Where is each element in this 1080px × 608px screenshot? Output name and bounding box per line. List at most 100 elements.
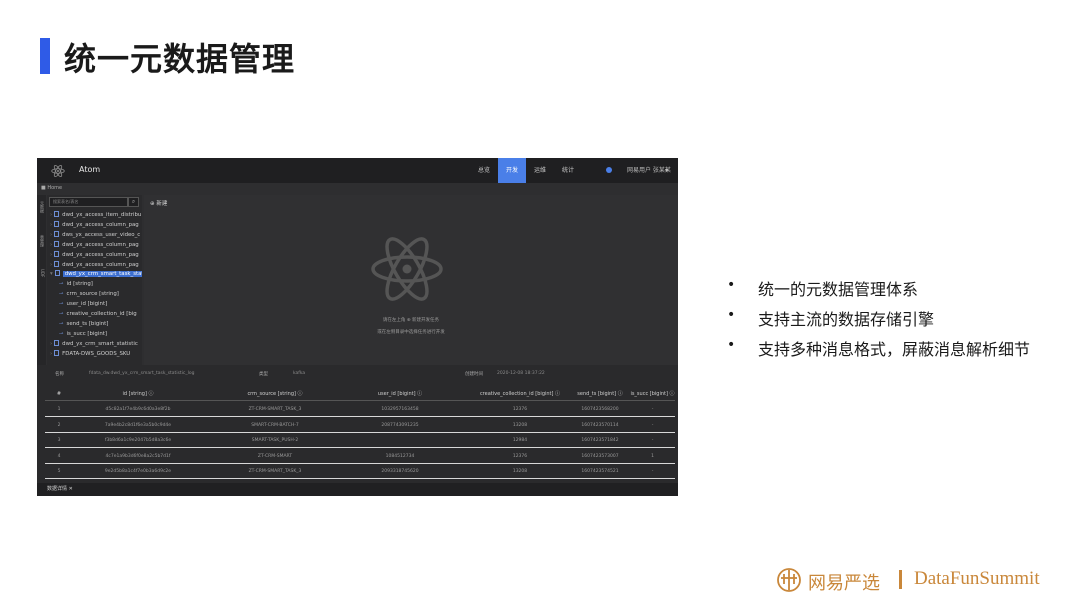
table-cell: 5 xyxy=(57,469,61,474)
tree-item-label: send_ts [bigint] xyxy=(66,320,109,327)
tree-field-item[interactable]: ⊸ user_id [bigint] xyxy=(47,299,142,309)
editor-panel: ⊕ 新建 请在左上角 ⊕ 新建开发任务 或在左侧目录中选择任务进行开发 xyxy=(144,195,678,365)
app-screenshot: Atom 总览 开发 运维 统计 网易用户 张某某 ▾ ■ Home 元数据 表… xyxy=(37,158,678,496)
table-column-header[interactable]: is_succ [bigint] ⓘ xyxy=(630,387,675,401)
chevron-right-icon[interactable]: › xyxy=(50,212,52,218)
table-icon xyxy=(54,211,60,217)
strip-item-metadata[interactable]: 元数据 xyxy=(38,201,45,213)
table-cell: 7a9e4b2c8d1f6e3a5b0c9d4e xyxy=(104,422,172,428)
table-cell: ZT-CRM-SMART xyxy=(257,453,293,459)
table-icon xyxy=(54,260,60,267)
table-row[interactable]: 3 f3b8d6a1c9e2047b5d8a3c6e SMART-TASK_PUSH… xyxy=(45,433,675,448)
table-icon xyxy=(54,230,60,237)
app-name: Atom xyxy=(79,165,101,174)
chevron-right-icon[interactable]: › xyxy=(50,351,52,357)
new-task-button[interactable]: ⊕ 新建 xyxy=(150,199,167,207)
meta-name-value: fdata_dw.dwd_yx_crm_smart_task_statistic… xyxy=(89,371,195,376)
table-cell: 2 xyxy=(57,422,61,428)
tree-table-item[interactable]: › dwd_yx_access_column_pag xyxy=(47,240,142,250)
tree-field-item[interactable]: ⊸ send_ts [bigint] xyxy=(47,319,142,329)
tab-data-detail[interactable]: 数据详情 ✕ xyxy=(47,485,73,494)
table-cell: 1 xyxy=(57,407,61,412)
data-detail-pane: 名称 fdata_dw.dwd_yx_crm_smart_task_statis… xyxy=(37,365,678,496)
table-row[interactable]: 5 9e2d5b8a1c4f7e0b3a6d9c2e ZT-CRM-SMART_TA… xyxy=(45,464,675,479)
chevron-right-icon[interactable]: › xyxy=(50,341,52,347)
nav-develop[interactable]: 开发 xyxy=(498,158,526,183)
table-cell: 13208 xyxy=(512,422,528,428)
new-task-label: 新建 xyxy=(156,201,168,207)
tree-table-item[interactable]: › dwd_yx_access_column_pag xyxy=(47,220,142,230)
tree-field-item[interactable]: ⊸ id [string] xyxy=(47,279,142,289)
chevron-down-icon[interactable]: ▾ xyxy=(50,271,53,277)
chevron-right-icon[interactable]: › xyxy=(50,262,52,268)
tree-item-label: dwd_yx_crm_smart_task_stat xyxy=(62,271,142,278)
table-icon xyxy=(54,240,60,247)
table-cell: 2093318745620 xyxy=(381,469,419,474)
table-row[interactable]: 4 4c7e1a9b3d6f0e8a2c5b7d1f ZT-CRM-SMART 108… xyxy=(45,449,675,464)
field-icon: ⊸ xyxy=(59,311,64,317)
meta-type-label: 类型 xyxy=(259,372,268,377)
tree-item-label: dws_yx_access_user_video_c xyxy=(62,231,141,238)
tree-item-label: creative_collection_id [big xyxy=(66,311,137,317)
nav-overview[interactable]: 总览 xyxy=(471,158,497,183)
tree-item-label: dwd_yx_access_column_pag xyxy=(62,241,139,248)
table-cell: 9e2d5b8a1c4f7e0b3a6d9c2e xyxy=(104,469,172,474)
bullet-text: 支持主流的数据存储引擎 xyxy=(758,310,935,329)
chevron-right-icon[interactable]: › xyxy=(50,242,52,248)
strip-item-udf[interactable]: UDF xyxy=(38,269,45,277)
tree-table-item[interactable]: › dwd_yx_access_column_pag xyxy=(47,250,142,260)
table-column-header[interactable]: user_id [bigint] ⓘ xyxy=(350,387,450,401)
tree-item-label: dwd_yx_crm_smart_statistic xyxy=(62,340,138,347)
tree-table-item[interactable]: ▾ dwd_yx_crm_smart_task_stat xyxy=(47,269,142,279)
bullet-text: 统一的元数据管理体系 xyxy=(758,280,919,299)
table-column-header[interactable]: creative_collection_id [bigint] ⓘ xyxy=(465,387,575,401)
tree-table-item[interactable]: › dwd_yx_access_column_pag xyxy=(47,260,142,270)
tree-item-label: crm_source [string] xyxy=(66,291,119,298)
chevron-right-icon[interactable]: › xyxy=(50,232,52,238)
meta-created-label: 创建时间 xyxy=(465,372,483,377)
table-cell: ZT-CRM-SMART_TASK_3 xyxy=(248,469,302,474)
tree-item-label: is_succ [bigint] xyxy=(66,330,107,337)
table-column-header[interactable]: send_ts [bigint] ⓘ xyxy=(565,387,635,401)
table-icon xyxy=(54,349,60,356)
field-icon: ⊸ xyxy=(59,301,64,308)
tree-table-item[interactable]: › dwd_yx_crm_smart_statistic xyxy=(47,339,142,349)
table-cell: 2087743091235 xyxy=(381,422,419,428)
bullet-text: 支持多种消息格式，屏蔽消息解析细节 xyxy=(758,340,1031,359)
footer-separator xyxy=(899,570,902,589)
strip-item-tables[interactable]: 表管理 xyxy=(38,235,45,247)
tree-item-label: dwd_yx_access_column_pag xyxy=(62,221,139,228)
table-row[interactable]: 1 d5c82a1f7e4b9c6d0a3e8f2b ZT-CRM-SMART_TA… xyxy=(45,402,675,417)
field-icon: ⊸ xyxy=(59,281,64,288)
tree-field-item[interactable]: ⊸ crm_source [string] xyxy=(47,289,142,299)
yanxuan-logo-icon xyxy=(777,568,801,592)
table-icon xyxy=(54,339,60,346)
search-icon[interactable]: ⌕ xyxy=(128,197,139,207)
table-header: # id [string] ⓘ crm_source [string] ⓘ user_… xyxy=(45,387,675,401)
chevron-right-icon[interactable]: › xyxy=(50,222,52,228)
chevron-down-icon[interactable]: ▾ xyxy=(665,158,668,183)
table-row[interactable]: 2 7a9e4b2c8d1f6e3a5b0c9d4e SMART-CRM-BATCH… xyxy=(45,418,675,433)
table-column-header[interactable]: crm_source [string] ⓘ xyxy=(215,387,335,401)
tree-field-item[interactable]: ⊸ creative_collection_id [big xyxy=(47,309,142,319)
footer-brand: 网易严选 xyxy=(808,573,880,594)
table-cell: 3 xyxy=(57,438,61,443)
table-cell: 1032957163458 xyxy=(381,407,419,412)
search-input[interactable]: 搜索表名/表名 xyxy=(49,197,128,207)
table-tree: 搜索表名/表名 ⌕ › dwd_yx_access_item_distribu › d… xyxy=(47,195,142,365)
chevron-right-icon[interactable]: › xyxy=(50,252,52,258)
footer-partner: DataFunSummit xyxy=(914,568,1040,589)
breadcrumb[interactable]: ■ Home xyxy=(41,185,62,191)
table-cell: - xyxy=(651,469,654,474)
tree-table-item[interactable]: › FDATA-DWS_GOODS_SKU xyxy=(47,349,142,359)
slide-title: 统一元数据管理 xyxy=(64,40,296,78)
tree-field-item[interactable]: ⊸ is_succ [bigint] xyxy=(47,329,142,339)
tree-table-item[interactable]: › dwd_yx_access_item_distribu xyxy=(47,210,142,220)
nav-stats[interactable]: 统计 xyxy=(555,158,581,183)
table-cell: f3b8d6a1c9e2047b5d8a3c6e xyxy=(104,438,172,443)
nav-ops[interactable]: 运维 xyxy=(527,158,553,183)
tree-table-item[interactable]: › dws_yx_access_user_video_c xyxy=(47,230,142,240)
table-cell: 1084512734 xyxy=(385,453,415,459)
table-column-header[interactable]: id [string] ⓘ xyxy=(83,387,193,401)
table-column-header[interactable]: # xyxy=(45,387,73,401)
